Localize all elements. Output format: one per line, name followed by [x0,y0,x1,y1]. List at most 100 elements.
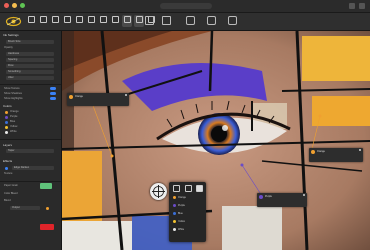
output-dot[interactable] [46,207,49,210]
settings-panel: Ink Settings Brush Size Opacity Hardness… [0,31,62,250]
effect-row: Texture [4,172,13,175]
eye-artwork [62,31,370,250]
highlights-toggle[interactable] [50,97,56,100]
crop-tool[interactable] [62,15,72,27]
marker-dot [110,154,114,158]
color-swatch-blue[interactable] [5,121,8,124]
popup-color-row[interactable]: Orange [173,196,186,200]
hardness-field[interactable]: Hardness [6,52,54,56]
popup-color-row[interactable]: Blue [173,212,183,216]
shadows-toggle[interactable] [50,92,56,95]
popup-color-label: White [178,228,185,232]
color-label: Blue [10,120,16,123]
main-toolbar [0,13,370,31]
toggle-row-highlights: Show Highlights [4,97,23,100]
color-picker-handle[interactable] [150,183,167,200]
divider [0,139,61,140]
pen-icon [135,16,143,23]
effect-row-bleed: Color Bleed [4,192,18,195]
flow-field[interactable]: Flow [6,64,54,68]
color-swatch-purple[interactable] [5,116,8,119]
annotation-title: Orange [317,150,325,153]
effects-heading: Effects [3,159,13,163]
popup-color-row[interactable]: Purple [173,204,185,208]
spacing-field[interactable]: Spacing [6,58,54,62]
address-bar[interactable] [160,3,212,9]
settings-icon[interactable] [228,16,237,25]
annotation-card[interactable]: Purple [257,193,307,207]
fill-tool[interactable] [98,15,108,27]
layer-row[interactable]: Taper [6,149,54,153]
fill-icon [99,16,107,23]
text-icon [111,16,119,23]
fill-icon[interactable] [196,185,203,192]
purple-marker-icon [259,195,263,199]
brush-tool[interactable] [74,15,84,27]
tool-group [26,15,156,27]
text-tool[interactable] [110,15,120,27]
drop-icon[interactable] [185,185,192,192]
smoothing-field[interactable]: Smoothing [6,70,54,74]
title-bar [0,0,370,13]
app-window: Ink Settings Brush Size Opacity Hardness… [0,0,370,250]
effect-swatch-blue[interactable] [5,167,8,170]
color-swatch-white[interactable] [5,131,8,134]
annotate-tool[interactable] [134,15,144,27]
opacity-row[interactable]: Opacity [4,46,56,50]
jitter-field[interactable]: Jitter [6,76,54,80]
view-tools [145,16,171,25]
close-icon[interactable] [125,94,127,96]
annotation-title: Orange [75,95,83,98]
crop-icon [63,16,71,23]
title-bar-actions [349,3,365,9]
color-swatch-orange[interactable] [5,111,8,114]
color-label: White [10,130,17,133]
blend-field[interactable]: Output [10,206,40,210]
popup-color-label: Purple [178,204,185,208]
close-icon[interactable] [359,149,361,151]
export-icon[interactable] [207,16,216,25]
close-window-button[interactable] [4,3,9,8]
color-swatch-yellow[interactable] [5,126,8,129]
grid-tool[interactable] [122,15,132,27]
zoom-tool[interactable] [50,15,60,27]
color-label: Purple [10,115,18,118]
popup-color-row[interactable]: White [173,228,184,232]
maximize-window-button[interactable] [20,3,25,8]
hand-tool[interactable] [38,15,48,27]
annotation-title: Purple [265,195,272,198]
color-label: Orange [10,110,19,113]
minimize-window-button[interactable] [12,3,17,8]
effect-field[interactable]: Edge Darken [12,166,54,170]
pointer-icon [27,16,35,23]
toggle-row-shadows: Show Shadows [4,92,22,95]
popup-color-label: Yellow [178,220,185,224]
artwork-canvas[interactable]: Orange Orange Purple [62,31,370,250]
paint-icon[interactable] [173,185,180,192]
orange-marker-icon [311,150,315,154]
eraser-tool[interactable] [86,15,96,27]
annotation-card[interactable]: Orange [309,148,363,162]
layers-icon[interactable] [145,16,154,25]
annotation-card[interactable]: Orange [67,93,129,106]
orange-marker-icon [69,95,73,99]
toggle-row-texture: Show Texture [4,87,20,90]
layers-heading: Layers [3,143,13,147]
camera-icon[interactable] [186,16,195,25]
sidebar-icon[interactable] [359,3,365,9]
app-logo-icon [5,16,22,27]
red-swatch[interactable] [40,224,54,230]
grid-icon [123,16,131,23]
green-swatch[interactable] [40,183,52,189]
brush-size-field[interactable]: Brush Size [6,40,54,44]
history-icon[interactable] [162,16,171,25]
close-icon[interactable] [303,194,305,196]
share-icon[interactable] [349,3,355,9]
divider [0,181,61,182]
texture-toggle[interactable] [50,87,56,90]
brush-icon [75,16,83,23]
window-controls [4,3,25,8]
pointer-tool[interactable] [26,15,36,27]
blend-row: Blend [4,199,11,202]
popup-color-row[interactable]: Yellow [173,220,185,224]
